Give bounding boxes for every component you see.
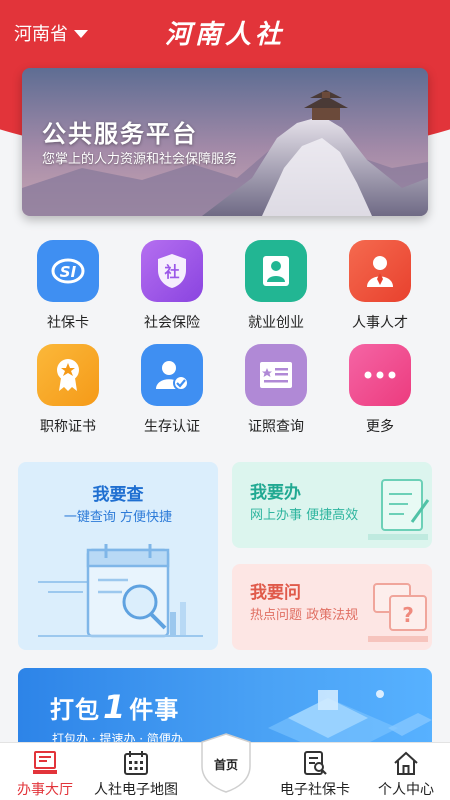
tab-label: 人社电子地图 [94,782,178,798]
shield-icon: 社 [141,240,203,302]
card-query[interactable]: 我要查 一键查询 方便快捷 [18,462,218,650]
service-license-query[interactable]: 证照查询 [224,344,328,444]
tab-hr-map[interactable]: 人社电子地图 [84,743,188,800]
service-more[interactable]: 更多 [328,344,432,444]
promo-suffix: 件事 [129,696,180,724]
tab-service-hall[interactable]: 办事大厅 [6,743,84,800]
e-card-search-icon [300,749,330,777]
person-tie-icon [349,240,411,302]
banner-subtitle: 您掌上的人力资源和社会保障服务 [42,152,238,167]
svg-text:?: ? [402,603,414,627]
tab-label: 个人中心 [378,782,434,798]
service-label: 更多 [366,419,394,435]
service-hall-icon [30,749,60,777]
promo-title: 打包1 件事 [50,688,179,726]
card-ask[interactable]: 我要问 热点问题 政策法规 ? [232,564,432,650]
employee-badge-icon [245,240,307,302]
home-button-label: 首页 [213,758,238,772]
card-handle[interactable]: 我要办 网上办事 便捷高效 [232,462,432,548]
promo-number: 1 [103,688,127,726]
medal-icon [37,344,99,406]
svg-text:SI: SI [60,263,77,281]
banner-title: 公共服务平台 [42,120,198,148]
banner[interactable]: 公共服务平台 您掌上的人力资源和社会保障服务 [22,68,428,216]
service-label: 社保卡 [47,315,89,331]
home-icon [391,749,421,777]
calendar-search-illustration [38,544,203,638]
question-bubble-illustration: ? [368,583,428,642]
service-label: 社会保险 [144,315,200,331]
app-title: 河南人社 [164,20,285,50]
service-label: 人事人才 [352,315,408,331]
tab-personal-center[interactable]: 个人中心 [368,743,444,800]
calendar-map-icon [121,749,151,777]
promo-prefix: 打包 [50,696,100,724]
service-label: 职称证书 [40,419,96,435]
certificate-icon [245,344,307,406]
social-security-card-icon: SI [37,240,99,302]
tab-label: 电子社保卡 [280,782,350,798]
more-icon [349,344,411,406]
home-button[interactable]: 首页 [198,732,254,794]
user-check-icon [141,344,203,406]
service-personnel-talent[interactable]: 人事人才 [328,240,432,340]
service-label: 就业创业 [248,315,304,331]
service-title-certificate[interactable]: 职称证书 [16,344,120,444]
service-social-insurance[interactable]: 社 社会保险 [120,240,224,340]
document-pen-illustration [368,479,430,540]
tab-electronic-social-card[interactable]: 电子社保卡 [270,743,360,800]
svg-text:社: 社 [163,263,179,281]
service-survival-authentication[interactable]: 生存认证 [120,344,224,444]
service-social-security-card[interactable]: SI 社保卡 [16,240,120,340]
tab-label: 办事大厅 [17,782,73,798]
service-label: 生存认证 [144,419,200,435]
service-employment[interactable]: 就业创业 [224,240,328,340]
service-label: 证照查询 [248,419,304,435]
